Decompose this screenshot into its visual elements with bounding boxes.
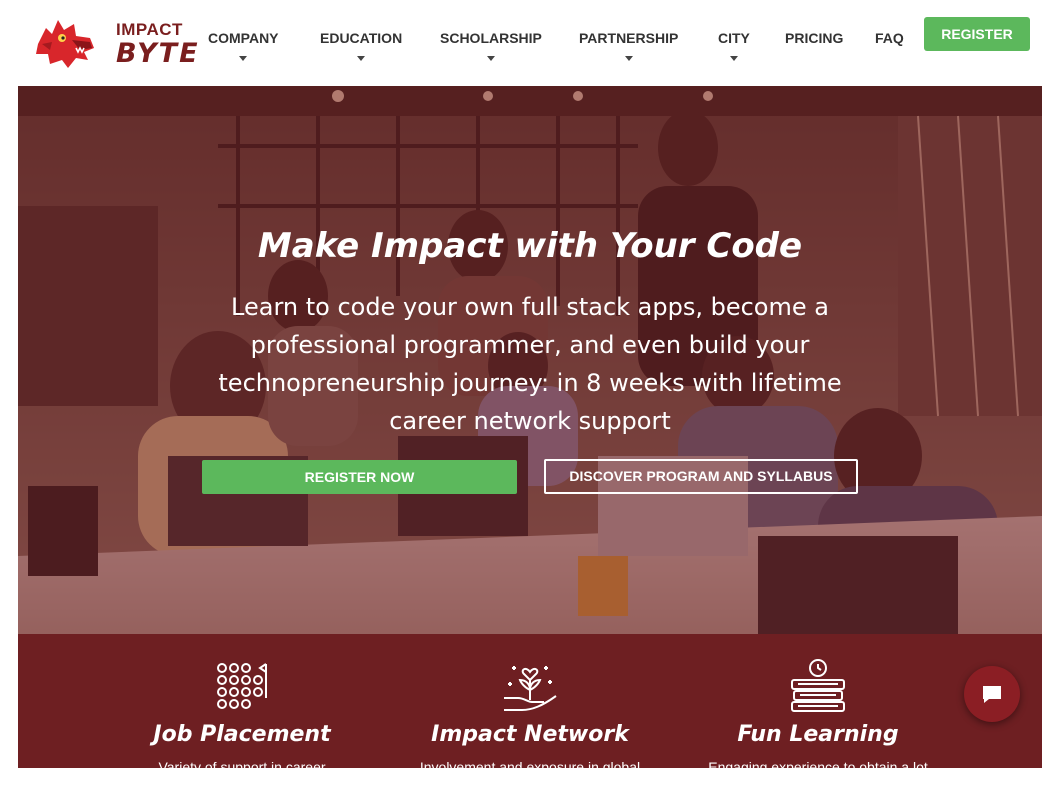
nav-partnership[interactable]: PARTNERSHIP: [579, 30, 678, 61]
feature-description: Engaging experience to obtain a lot: [708, 759, 928, 768]
nav-education[interactable]: EDUCATION: [320, 30, 402, 61]
caret-down-icon: [729, 56, 738, 61]
feature-title: Job Placement: [153, 722, 331, 747]
hero-subtitle: Learn to code your own full stack apps, …: [218, 293, 842, 435]
discover-program-button[interactable]: DISCOVER PROGRAM AND SYLLABUS: [544, 459, 858, 494]
nav-faq[interactable]: FAQ: [875, 30, 904, 46]
hand-plant-icon: [504, 666, 557, 711]
hero-title: Make Impact with Your Code: [257, 226, 803, 266]
nav-faq-label: FAQ: [875, 30, 904, 46]
nav-education-label: EDUCATION: [320, 30, 403, 46]
nav-city[interactable]: CITY: [718, 30, 750, 61]
caret-down-icon: [624, 56, 633, 61]
feature-title: Fun Learning: [737, 722, 899, 747]
nav-city-label: CITY: [718, 30, 750, 46]
nav-pricing-label: PRICING: [785, 30, 844, 46]
nav-scholarship-label: SCHOLARSHIP: [440, 30, 542, 46]
hero-section: Make Impact with Your Code Learn to code…: [18, 86, 1042, 634]
feature-title: Impact Network: [431, 722, 629, 747]
feature-description: Variety of support in career: [158, 759, 326, 768]
caret-down-icon: [357, 56, 366, 61]
caret-down-icon: [486, 56, 495, 61]
features-section: Job Placement Variety of support in care…: [18, 634, 1042, 768]
feature-fun-learning: Fun Learning Engaging experience to obta…: [668, 634, 968, 768]
nav-pricing[interactable]: PRICING: [785, 30, 843, 46]
nav-company[interactable]: COMPANY: [208, 30, 279, 61]
feature-job-placement: Job Placement Variety of support in care…: [92, 634, 392, 768]
page: IMPACT BYTE COMPANY EDUCATION SCHOLARSHI…: [0, 0, 1042, 790]
caret-down-icon: [239, 56, 248, 61]
dragon-logo-icon: [36, 20, 94, 68]
brand-line-2: BYTE: [116, 38, 200, 69]
nav-scholarship[interactable]: SCHOLARSHIP: [440, 30, 542, 61]
nav-company-label: COMPANY: [208, 30, 279, 46]
chat-button[interactable]: [964, 666, 1020, 722]
people-grid-icon: [217, 663, 267, 709]
feature-description: Involvement and exposure in global: [419, 759, 641, 768]
feature-impact-network: Impact Network Involvement and exposure …: [380, 634, 680, 768]
brand-line-1: IMPACT: [116, 20, 183, 39]
nav-partnership-label: PARTNERSHIP: [579, 30, 679, 46]
logo[interactable]: IMPACT BYTE: [32, 14, 198, 72]
register-button[interactable]: REGISTER: [924, 17, 1030, 51]
register-now-button[interactable]: REGISTER NOW: [202, 460, 517, 494]
books-clock-icon: [791, 659, 845, 712]
navbar: IMPACT BYTE COMPANY EDUCATION SCHOLARSHI…: [18, 0, 1042, 86]
chat-bubble-icon: [983, 686, 1001, 703]
